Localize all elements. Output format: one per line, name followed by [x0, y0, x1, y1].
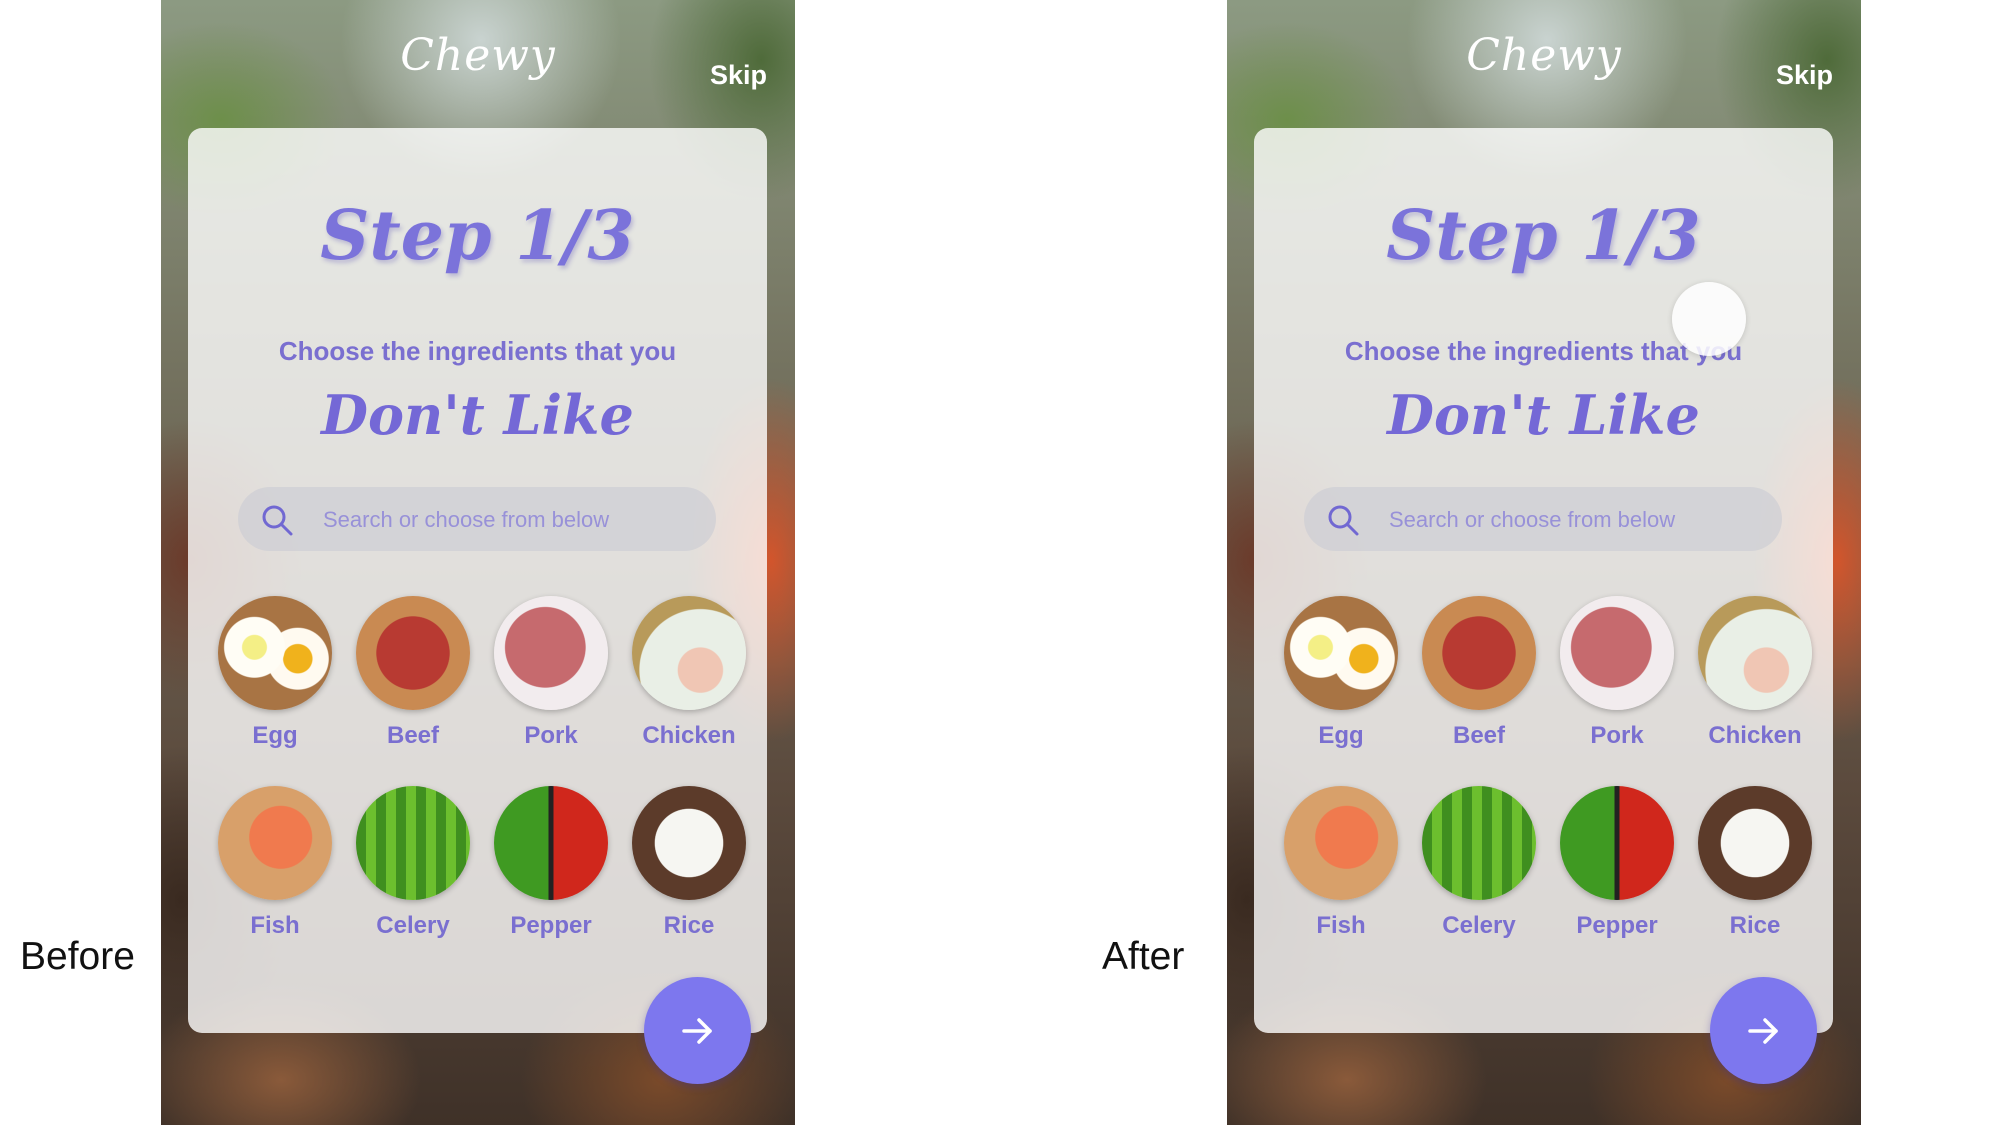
ingredient-celery[interactable]: Celery	[344, 786, 482, 940]
ingredient-chicken[interactable]: Chicken	[620, 596, 758, 750]
skip-button[interactable]: Skip	[1776, 60, 1833, 91]
step-title: Step 1/3	[320, 196, 635, 276]
ingredient-beef[interactable]: Beef	[1410, 596, 1548, 750]
search-icon	[1328, 505, 1359, 536]
before-label: Before	[20, 935, 135, 978]
subtitle: Choose the ingredients that you	[1344, 336, 1743, 366]
touch-indicator	[1672, 282, 1746, 356]
pepper-icon	[1560, 786, 1674, 900]
ingredient-beef[interactable]: Beef	[344, 596, 482, 750]
ingredients-card: Step 1/3 Choose the ingredients that you…	[1254, 128, 1833, 1033]
rice-icon	[1698, 786, 1812, 900]
ingredient-rice[interactable]: Rice	[1686, 786, 1824, 940]
fish-icon	[218, 786, 332, 900]
arrow-right-icon	[1748, 1018, 1778, 1044]
subtitle: Choose the ingredients that you	[278, 336, 677, 366]
egg-icon	[218, 596, 332, 710]
fish-icon	[1284, 786, 1398, 900]
pork-icon	[1560, 596, 1674, 710]
beef-icon	[1422, 596, 1536, 710]
ingredient-rice[interactable]: Rice	[620, 786, 758, 940]
next-button[interactable]	[644, 977, 751, 1084]
ingredient-pork[interactable]: Pork	[482, 596, 620, 750]
ingredient-celery[interactable]: Celery	[1410, 786, 1548, 940]
ingredient-egg[interactable]: Egg	[1272, 596, 1410, 750]
ingredient-fish[interactable]: Fish	[206, 786, 344, 940]
next-button[interactable]	[1710, 977, 1817, 1084]
pork-icon	[494, 596, 608, 710]
search-placeholder: Search or choose from below	[1389, 507, 1676, 532]
ingredient-fish[interactable]: Fish	[1272, 786, 1410, 940]
app-logo: Chewy	[400, 30, 556, 81]
before-screen: Chewy Skip Step 1/3 Choose the ingredien…	[161, 0, 795, 1125]
beef-icon	[356, 596, 470, 710]
pepper-icon	[494, 786, 608, 900]
search-placeholder: Search or choose from below	[323, 507, 610, 532]
celery-icon	[356, 786, 470, 900]
search-input[interactable]: Search or choose from below	[238, 487, 716, 551]
celery-icon	[1422, 786, 1536, 900]
dont-like-heading: Don't Like	[321, 383, 634, 447]
ingredient-pepper[interactable]: Pepper	[1548, 786, 1686, 940]
egg-icon	[1284, 596, 1398, 710]
dont-like-heading: Don't Like	[1387, 383, 1700, 447]
chicken-icon	[632, 596, 746, 710]
arrow-right-icon	[682, 1018, 712, 1044]
ingredients-card: Step 1/3 Choose the ingredients that you…	[188, 128, 767, 1033]
ingredient-chicken[interactable]: Chicken	[1686, 596, 1824, 750]
chicken-icon	[1698, 596, 1812, 710]
skip-button[interactable]: Skip	[710, 60, 767, 91]
app-logo: Chewy	[1466, 30, 1622, 81]
search-input[interactable]: Search or choose from below	[1304, 487, 1782, 551]
ingredient-pork[interactable]: Pork	[1548, 596, 1686, 750]
ingredient-egg[interactable]: Egg	[206, 596, 344, 750]
ingredient-pepper[interactable]: Pepper	[482, 786, 620, 940]
after-label: After	[1102, 935, 1185, 978]
rice-icon	[632, 786, 746, 900]
step-title: Step 1/3	[1386, 196, 1701, 276]
search-icon	[262, 505, 293, 536]
after-screen: Chewy Skip Step 1/3 Choose the ingredien…	[1227, 0, 1861, 1125]
